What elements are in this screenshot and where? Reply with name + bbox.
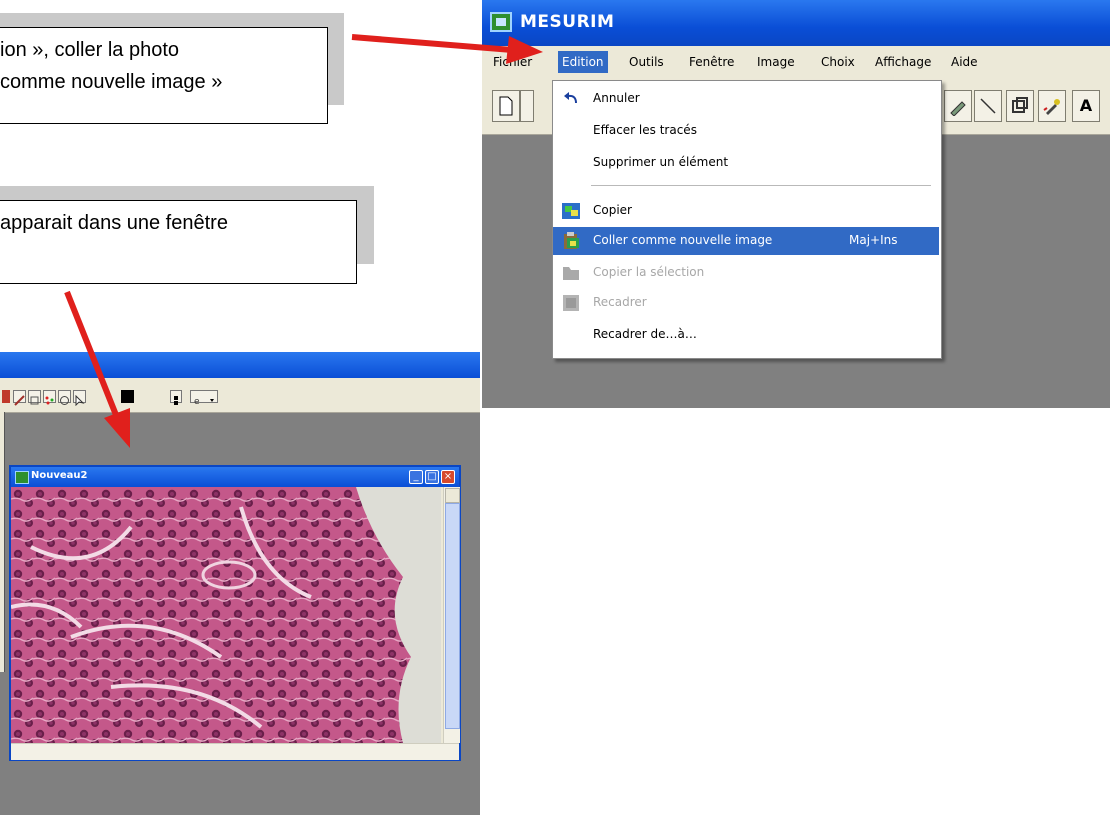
annotation-arrows (64, 34, 543, 448)
arrow-to-image-window (64, 290, 121, 422)
arrow-head-edition (506, 36, 543, 64)
arrow-head-window (104, 408, 130, 448)
arrow-to-edition-menu (351, 34, 513, 53)
